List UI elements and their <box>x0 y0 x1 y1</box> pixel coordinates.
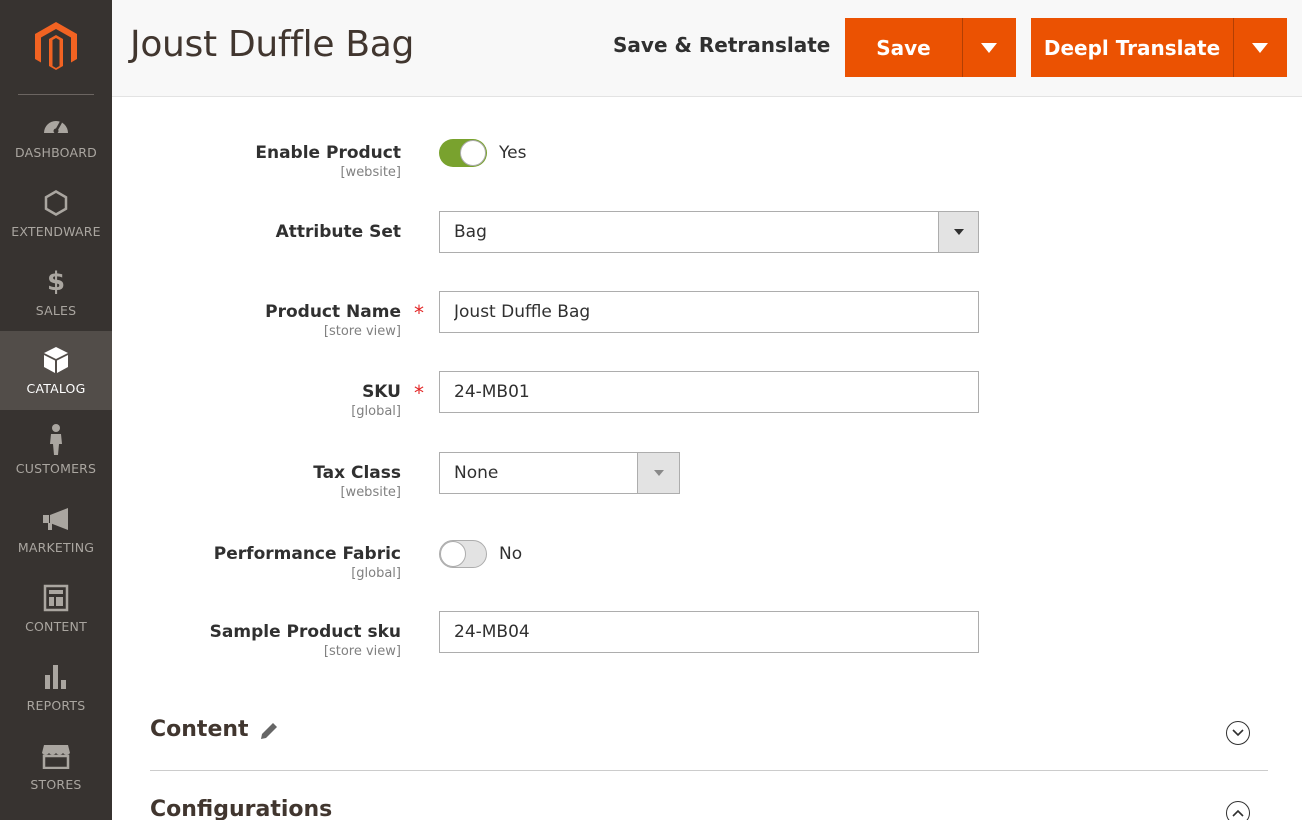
nav-marketing[interactable]: MARKETING <box>0 490 112 569</box>
nav-extendware[interactable]: EXTENDWARE <box>0 174 112 253</box>
sku-input[interactable] <box>439 371 979 413</box>
sku-label: SKU <box>362 382 401 402</box>
nav-dashboard-label: DASHBOARD <box>15 145 97 160</box>
nav-content-label: CONTENT <box>25 619 87 634</box>
attribute-set-label: Attribute Set <box>275 222 401 242</box>
product-name-scope: [store view] <box>323 324 401 339</box>
performance-fabric-label-block: Performance Fabric [global] <box>214 544 401 581</box>
performance-fabric-value: No <box>499 544 523 564</box>
nav-sales-label: SALES <box>35 303 77 318</box>
attribute-set-label-block: Attribute Set <box>276 222 401 242</box>
save-split-button: Save <box>845 18 1016 77</box>
nav-reports[interactable]: REPORTS <box>0 648 112 727</box>
content-section-title: Content <box>150 717 249 742</box>
dashboard-gauge-icon <box>41 109 71 139</box>
tax-class-value: None <box>454 463 499 483</box>
tax-class-dropdown-arrow[interactable] <box>637 453 679 493</box>
nav-stores-label: STORES <box>30 777 82 792</box>
nav-stores[interactable]: STORES <box>0 727 112 806</box>
box-icon <box>41 345 71 375</box>
nav-catalog[interactable]: CATALOG <box>0 331 112 410</box>
enable-product-label-block: Enable Product [website] <box>255 143 401 180</box>
toggle-knob <box>440 541 466 567</box>
sample-sku-row: Sample Product sku [store view] <box>112 611 1302 659</box>
enable-product-scope: [website] <box>340 165 401 180</box>
tax-class-row: Tax Class [website] None <box>112 452 1302 500</box>
nav-catalog-label: CATALOG <box>26 381 86 396</box>
enable-product-row: Enable Product [website] Yes <box>112 139 1302 183</box>
performance-fabric-scope: [global] <box>351 566 401 581</box>
tax-class-select[interactable]: None <box>439 452 680 494</box>
pencil-icon[interactable] <box>260 722 278 744</box>
enable-product-label: Enable Product <box>255 143 401 163</box>
enable-product-toggle[interactable] <box>439 139 487 167</box>
hexagon-icon <box>41 188 71 218</box>
admin-sidebar: DASHBOARD EXTENDWARE $ SALES CATALOG CUS… <box>0 0 112 820</box>
magento-logo[interactable] <box>0 0 112 94</box>
enable-product-value: Yes <box>499 143 527 163</box>
sku-scope: [global] <box>351 404 401 419</box>
performance-fabric-row: Performance Fabric [global] No <box>112 540 1302 584</box>
sample-sku-label: Sample Product sku <box>209 622 401 642</box>
product-name-input[interactable] <box>439 291 979 333</box>
nav-dashboard[interactable]: DASHBOARD <box>0 95 112 174</box>
performance-fabric-toggle[interactable] <box>439 540 487 568</box>
nav-customers-label: CUSTOMERS <box>15 461 97 476</box>
megaphone-icon <box>41 504 71 534</box>
sample-sku-scope: [store view] <box>323 644 401 659</box>
page-header: Joust Duffle Bag Save & Retranslate Save… <box>112 0 1302 97</box>
bar-chart-icon <box>41 662 71 692</box>
product-name-label-block: Product Name [store view] <box>265 302 401 339</box>
deepl-split-button: Deepl Translate <box>1031 18 1287 77</box>
page-title: Joust Duffle Bag <box>130 24 415 65</box>
attribute-set-dropdown-arrow[interactable] <box>938 212 978 252</box>
sample-sku-label-block: Sample Product sku [store view] <box>210 622 401 659</box>
sample-sku-input[interactable] <box>439 611 979 653</box>
attribute-set-value: Bag <box>454 222 487 242</box>
dollar-icon: $ <box>46 267 66 297</box>
storefront-icon <box>41 741 71 771</box>
caret-down-icon <box>953 229 964 235</box>
save-retranslate-button[interactable]: Save & Retranslate <box>613 33 830 57</box>
product-name-row: Product Name [store view] * <box>112 291 1302 339</box>
attribute-set-row: Attribute Set Bag <box>112 211 1302 253</box>
caret-down-icon <box>981 42 997 53</box>
nav-reports-label: REPORTS <box>26 698 86 713</box>
content-expand-chevron-icon[interactable] <box>1226 721 1250 745</box>
nav-sales[interactable]: $ SALES <box>0 253 112 332</box>
layout-icon <box>41 583 71 613</box>
sku-label-block: SKU [global] <box>351 382 401 419</box>
save-button[interactable]: Save <box>845 18 962 77</box>
product-name-label: Product Name <box>265 302 401 322</box>
section-divider <box>150 770 1268 771</box>
tax-class-label-block: Tax Class [website] <box>313 463 401 500</box>
caret-down-icon <box>1252 42 1268 53</box>
tax-class-scope: [website] <box>340 485 401 500</box>
sku-row: SKU [global] * <box>112 371 1302 419</box>
required-asterisk: * <box>414 301 424 325</box>
nav-extendware-label: EXTENDWARE <box>11 224 101 239</box>
nav-content[interactable]: CONTENT <box>0 569 112 648</box>
tax-class-label: Tax Class <box>313 463 401 483</box>
deepl-translate-button[interactable]: Deepl Translate <box>1031 18 1233 77</box>
content-section-header[interactable]: Content <box>150 700 1268 770</box>
toggle-knob <box>460 140 486 166</box>
person-icon <box>41 424 71 455</box>
nav-customers[interactable]: CUSTOMERS <box>0 411 112 490</box>
nav-marketing-label: MARKETING <box>17 540 95 555</box>
magento-logo-icon <box>35 22 77 70</box>
configurations-section-header[interactable]: Configurations <box>150 780 1268 820</box>
required-asterisk: * <box>414 381 424 405</box>
performance-fabric-label: Performance Fabric <box>213 544 401 564</box>
deepl-options-toggle[interactable] <box>1234 18 1286 77</box>
configurations-collapse-chevron-icon[interactable] <box>1226 801 1250 820</box>
attribute-set-select[interactable]: Bag <box>439 211 979 253</box>
configurations-section-title: Configurations <box>150 797 333 820</box>
caret-down-icon <box>653 470 664 476</box>
save-options-toggle[interactable] <box>963 18 1015 77</box>
